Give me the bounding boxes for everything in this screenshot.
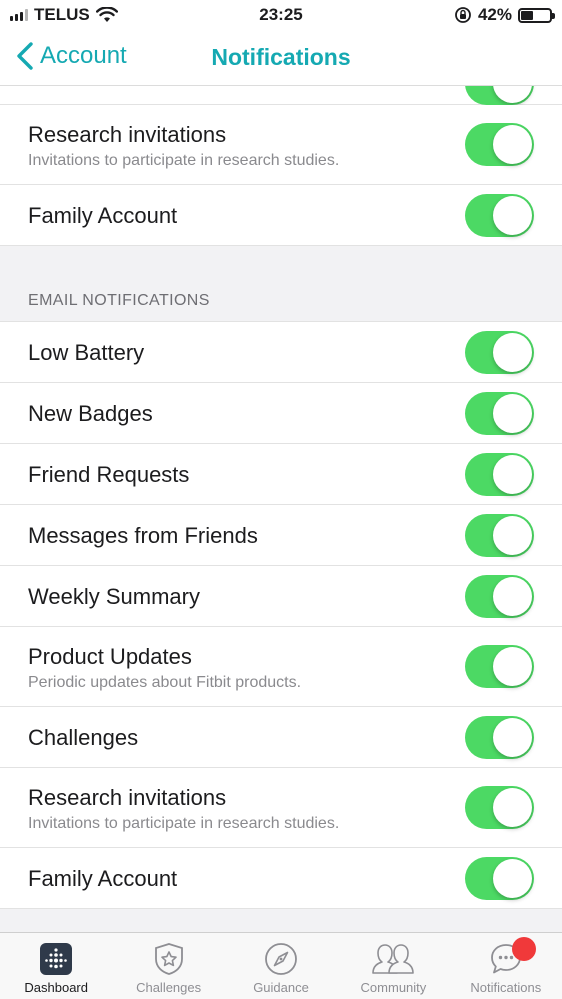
row-sublabel: Periodic updates about Fitbit products. <box>28 674 302 691</box>
compass-icon <box>264 942 298 976</box>
list-footer <box>0 909 562 932</box>
list-item-product-updates: Product Updates Periodic updates about F… <box>0 627 562 707</box>
rotation-lock-icon <box>455 7 471 23</box>
toggle-knob <box>493 86 532 103</box>
list-item-messages-from-friends: Messages from Friends <box>0 505 562 566</box>
row-label: Challenges <box>28 725 139 750</box>
tab-label: Community <box>360 980 427 995</box>
toggle-switch[interactable] <box>465 716 534 759</box>
battery-icon <box>518 7 555 23</box>
list-item-research-invitations-email: Research invitations Invitations to part… <box>0 768 562 848</box>
list-item-friend-requests: Friend Requests <box>0 444 562 505</box>
toggle-switch[interactable] <box>465 575 534 618</box>
list-item-low-battery: Low Battery <box>0 322 562 383</box>
list-item-challenges: Challenges <box>0 707 562 768</box>
row-label: Research invitations <box>28 122 227 147</box>
list-item-partial <box>0 86 562 105</box>
battery-level <box>521 10 533 20</box>
tab-challenges[interactable]: Challenges <box>112 933 224 999</box>
tab-community[interactable]: Community <box>337 933 449 999</box>
toggle-knob <box>493 859 532 898</box>
notification-settings-list[interactable]: Research invitations Invitations to part… <box>0 86 562 932</box>
toggle-knob <box>493 577 532 616</box>
people-icon <box>369 942 417 976</box>
toggle-switch[interactable] <box>465 86 534 105</box>
row-label: Weekly Summary <box>28 584 200 609</box>
toggle-switch[interactable] <box>465 392 534 435</box>
tab-bar: Dashboard Challenges Guidance Community … <box>0 932 562 999</box>
navigation-bar: Account Notifications <box>0 30 562 86</box>
row-label: Product Updates <box>28 644 192 669</box>
star-badge-icon <box>152 942 186 976</box>
battery-percent: 42% <box>477 5 512 24</box>
toggle-knob <box>493 647 532 686</box>
carrier-name: TELUS <box>34 5 90 24</box>
row-label: Family Account <box>28 866 178 891</box>
toggle-knob <box>493 333 532 372</box>
row-sublabel: Invitations to participate in research s… <box>28 815 340 832</box>
toggle-switch[interactable] <box>465 857 534 900</box>
status-left: TELUS <box>10 5 118 25</box>
tab-label: Guidance <box>253 980 309 995</box>
tab-label: Notifications <box>470 980 542 995</box>
wifi-icon <box>95 7 118 22</box>
list-item-family-account-push: Family Account <box>0 185 562 246</box>
tab-guidance[interactable]: Guidance <box>225 933 337 999</box>
toggle-switch[interactable] <box>465 194 534 237</box>
row-label: Family Account <box>28 203 178 228</box>
row-label: New Badges <box>28 401 153 426</box>
tab-notifications[interactable]: Notifications <box>450 933 562 999</box>
toggle-knob <box>493 455 532 494</box>
row-label: Friend Requests <box>28 462 190 487</box>
section-header-email-notifications: EMAIL NOTIFICATIONS <box>28 292 210 309</box>
toggle-knob <box>493 196 532 235</box>
list-item-weekly-summary: Weekly Summary <box>0 566 562 627</box>
toggle-switch[interactable] <box>465 514 534 557</box>
toggle-switch[interactable] <box>465 123 534 166</box>
tab-label: Dashboard <box>24 980 88 995</box>
row-label: Messages from Friends <box>28 523 258 548</box>
status-right: 42% <box>454 5 555 25</box>
dashboard-icon <box>39 942 73 976</box>
toggle-knob <box>493 516 532 555</box>
status-bar: TELUS 23:25 42% <box>0 0 562 30</box>
row-sublabel: Invitations to participate in research s… <box>28 152 340 169</box>
toggle-switch[interactable] <box>465 453 534 496</box>
section-separator: EMAIL NOTIFICATIONS <box>0 246 562 322</box>
toggle-knob <box>493 718 532 757</box>
list-item-research-invitations-push: Research invitations Invitations to part… <box>0 105 562 185</box>
toggle-switch[interactable] <box>465 331 534 374</box>
toggle-knob <box>493 394 532 433</box>
toggle-switch[interactable] <box>465 645 534 688</box>
tab-dashboard[interactable]: Dashboard <box>0 933 112 999</box>
toggle-knob <box>493 125 532 164</box>
signal-icon <box>10 9 28 21</box>
toggle-switch[interactable] <box>465 786 534 829</box>
toggle-knob <box>493 788 532 827</box>
notification-badge <box>511 937 536 961</box>
row-label: Research invitations <box>28 785 227 810</box>
list-item-family-account-email: Family Account <box>0 848 562 909</box>
list-item-new-badges: New Badges <box>0 383 562 444</box>
page-title: Notifications <box>211 44 351 70</box>
tab-label: Challenges <box>136 980 202 995</box>
row-label: Low Battery <box>28 340 145 365</box>
